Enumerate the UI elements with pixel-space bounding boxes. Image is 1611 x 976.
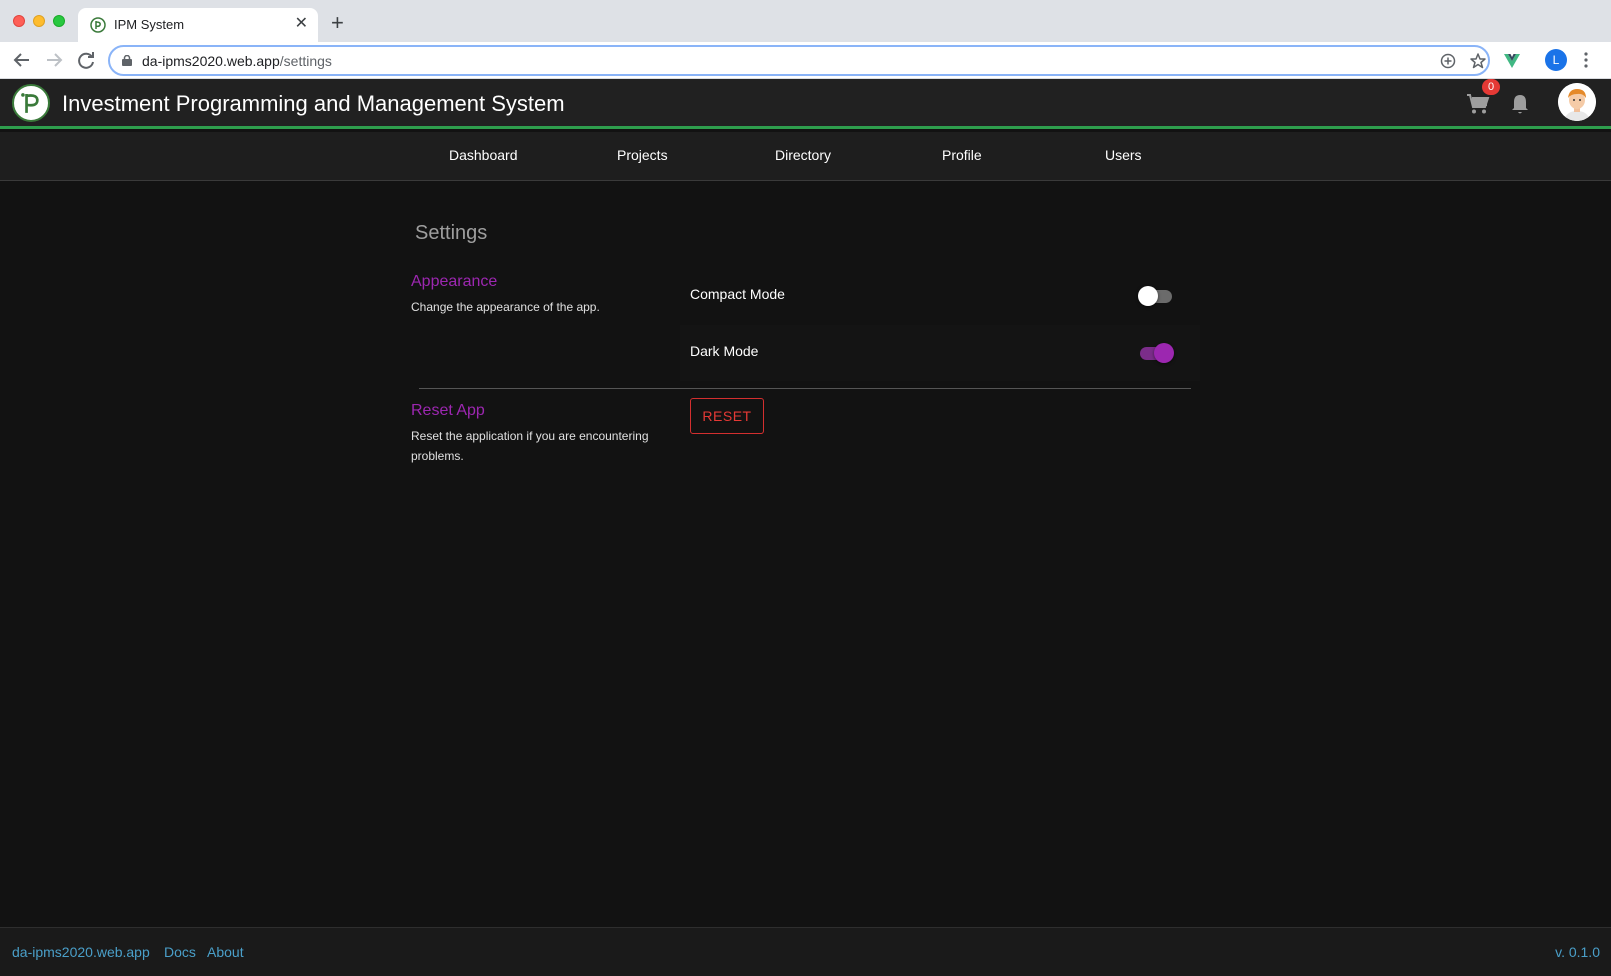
nav-item-projects[interactable]: Projects [617, 147, 668, 163]
compact-mode-row: Compact Mode [680, 268, 1200, 324]
browser-tab[interactable]: IPM System ✕ [78, 8, 318, 42]
app-title: Investment Programming and Management Sy… [62, 91, 565, 116]
notification-bell-icon[interactable] [1510, 93, 1530, 115]
lock-icon [122, 55, 132, 66]
bookmark-star-icon[interactable] [1469, 52, 1487, 70]
main-nav: Dashboard Projects Directory Profile Use… [0, 132, 1611, 181]
compact-mode-thumb [1138, 286, 1158, 306]
install-app-icon[interactable] [1439, 52, 1457, 70]
nav-item-profile[interactable]: Profile [942, 147, 982, 163]
reset-button[interactable]: RESET [690, 398, 764, 434]
window-minimize-button[interactable] [33, 15, 45, 27]
browser-menu-icon[interactable] [1584, 51, 1588, 69]
dark-mode-thumb [1154, 343, 1174, 363]
cart-icon[interactable] [1466, 93, 1490, 115]
url-path: /settings [279, 53, 332, 69]
nav-item-directory[interactable]: Directory [775, 147, 831, 163]
reset-section-description: Reset the application if you are encount… [411, 429, 649, 463]
browser-toolbar: da-ipms2020.web.app/settings L [0, 42, 1611, 79]
forward-arrow-icon[interactable] [43, 49, 65, 71]
url-text: da-ipms2020.web.app/settings [142, 53, 332, 69]
app-footer: da-ipms2020.web.app Docs About v. 0.1.0 [0, 927, 1611, 976]
appearance-section-description: Change the appearance of the app. [411, 300, 600, 314]
footer-link-docs[interactable]: Docs [164, 944, 196, 960]
app-logo[interactable] [12, 84, 50, 122]
tab-title: IPM System [114, 17, 185, 32]
window-close-button[interactable] [13, 15, 25, 27]
app-favicon-icon [90, 17, 106, 33]
browser-profile-avatar[interactable]: L [1545, 49, 1567, 71]
cart-count-badge: 0 [1482, 79, 1500, 95]
address-bar[interactable]: da-ipms2020.web.app/settings [108, 45, 1490, 76]
url-host: da-ipms2020.web.app [142, 53, 280, 69]
tab-close-icon[interactable]: ✕ [295, 15, 308, 33]
nav-item-users[interactable]: Users [1105, 147, 1142, 163]
footer-link-about[interactable]: About [207, 944, 244, 960]
user-avatar[interactable] [1558, 83, 1596, 121]
window-maximize-button[interactable] [53, 15, 65, 27]
page-title: Settings [415, 222, 488, 244]
dark-mode-toggle[interactable] [1138, 342, 1174, 364]
section-divider [419, 388, 1191, 389]
vue-devtools-icon[interactable] [1502, 51, 1522, 71]
reload-icon[interactable] [75, 49, 97, 71]
appearance-section-title: Appearance [411, 273, 498, 290]
dark-mode-label: Dark Mode [690, 343, 759, 359]
dark-mode-row: Dark Mode [680, 325, 1200, 381]
browser-tabbar: IPM System ✕ + [0, 0, 1611, 42]
compact-mode-label: Compact Mode [690, 286, 785, 302]
footer-link-home[interactable]: da-ipms2020.web.app [12, 944, 150, 960]
app-header: Investment Programming and Management Sy… [0, 79, 1611, 129]
reset-section-title: Reset App [411, 402, 485, 419]
back-arrow-icon[interactable] [11, 49, 33, 71]
app-version: v. 0.1.0 [1555, 944, 1600, 960]
nav-item-dashboard[interactable]: Dashboard [449, 147, 518, 163]
compact-mode-toggle[interactable] [1138, 285, 1174, 307]
new-tab-icon[interactable]: + [331, 12, 344, 34]
